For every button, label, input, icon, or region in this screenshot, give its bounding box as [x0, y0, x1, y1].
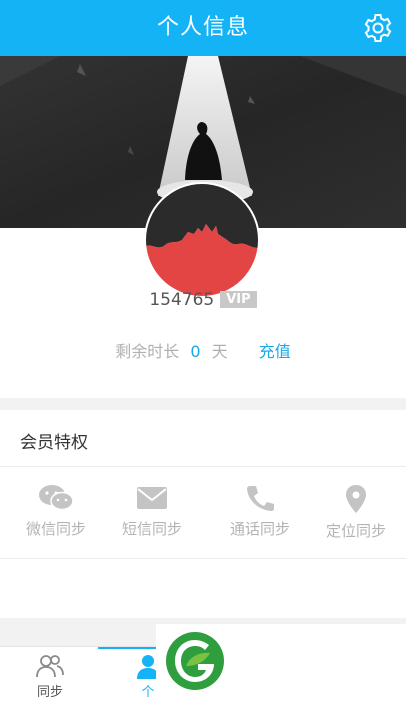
perk-wechat-sync[interactable]: 微信同步: [6, 484, 106, 539]
wechat-icon: [39, 485, 74, 511]
perk-label: 短信同步: [121, 520, 182, 538]
perk-label: 定位同步: [325, 522, 386, 540]
user-id: 154765: [149, 290, 215, 310]
tab-label: 同步: [36, 685, 63, 700]
avatar[interactable]: [146, 184, 258, 296]
remaining-label: 剩余时长: [115, 342, 180, 361]
perks-title: 会员特权: [20, 433, 88, 453]
top-bar: 个人信息: [0, 0, 406, 56]
perk-call-sync[interactable]: 通话同步: [210, 484, 310, 539]
vip-badge: VIP: [220, 291, 257, 308]
perk-sms-sync[interactable]: 短信同步: [102, 484, 202, 539]
perk-label: 通话同步: [229, 520, 290, 538]
watermark-logo: [166, 632, 224, 690]
recharge-link[interactable]: 充值: [259, 342, 291, 361]
remaining-time: 剩余时长 0 天 充值: [0, 338, 406, 362]
phone-icon: [247, 486, 274, 511]
divider: [0, 466, 406, 467]
remaining-unit: 天: [211, 342, 228, 361]
tab-label: 个: [141, 685, 155, 700]
page-title: 个人信息: [156, 15, 249, 40]
user-id-line: 154765 VIP: [0, 290, 406, 310]
gear-icon[interactable]: [362, 12, 394, 44]
remaining-value: 0: [190, 342, 201, 361]
contacts-icon: [36, 655, 64, 678]
perk-location-sync[interactable]: 定位同步: [306, 484, 406, 541]
tab-sync[interactable]: 同步: [0, 647, 100, 701]
member-perks-card: 会员特权 微信同步 短信同步 通话同步 定位同步: [0, 410, 406, 618]
mail-icon: [137, 487, 167, 509]
divider: [0, 558, 406, 559]
location-icon: [346, 485, 366, 513]
perk-label: 微信同步: [25, 520, 86, 538]
